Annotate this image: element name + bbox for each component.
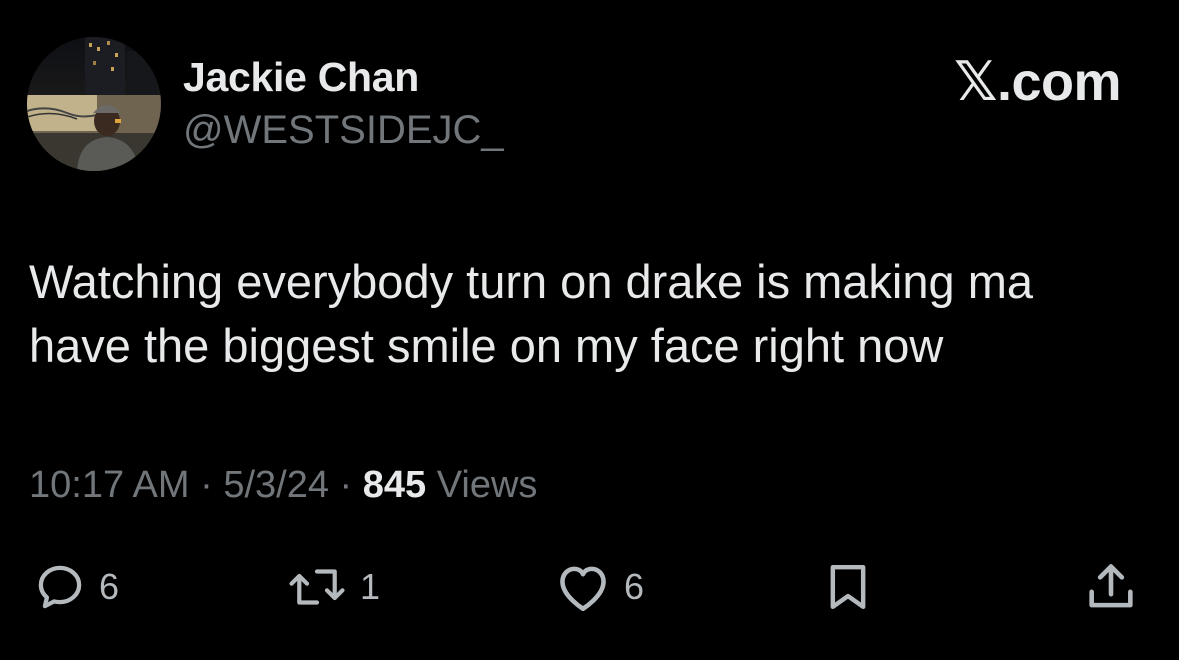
tweet-text: Watching everybody turn on drake is maki… [29,250,1149,378]
x-logo-icon: 𝕏 [953,50,998,113]
repost-button[interactable]: 1 [286,555,380,619]
tweet-text-line: Watching everybody turn on drake is maki… [29,255,1034,308]
views-count[interactable]: 845 [363,464,426,506]
profile-photo [27,37,161,171]
reply-count: 6 [99,566,120,607]
brand-logo: 𝕏.com [953,50,1122,113]
author-display-name[interactable]: Jackie Chan [183,54,419,101]
avatar[interactable] [27,37,161,171]
author-handle[interactable]: @WESTSIDEJC_ [183,108,504,153]
reply-button[interactable]: 6 [33,555,119,619]
reply-icon [38,565,82,609]
views-label[interactable]: Views [426,464,538,506]
repost-icon [289,569,345,605]
tweet-meta: 10:17 AM · 5/3/24 · 845 Views [29,464,537,507]
repost-count: 1 [360,566,381,607]
bookmark-button[interactable] [820,555,876,619]
like-button[interactable]: 6 [554,555,644,619]
share-icon [1089,564,1133,608]
heart-icon [560,566,606,612]
tweet-date[interactable]: 5/3/24 [223,464,329,506]
bookmark-icon [830,564,866,610]
like-count: 6 [624,566,645,607]
action-bar: 6 1 6 [0,555,1179,619]
share-button[interactable] [1082,555,1140,619]
meta-separator: · [329,464,363,506]
brand-suffix: .com [996,52,1122,112]
tweet-time[interactable]: 10:17 AM [29,464,190,506]
meta-separator: · [189,464,224,506]
tweet-text-line: have the biggest smile on my face right … [29,319,944,372]
